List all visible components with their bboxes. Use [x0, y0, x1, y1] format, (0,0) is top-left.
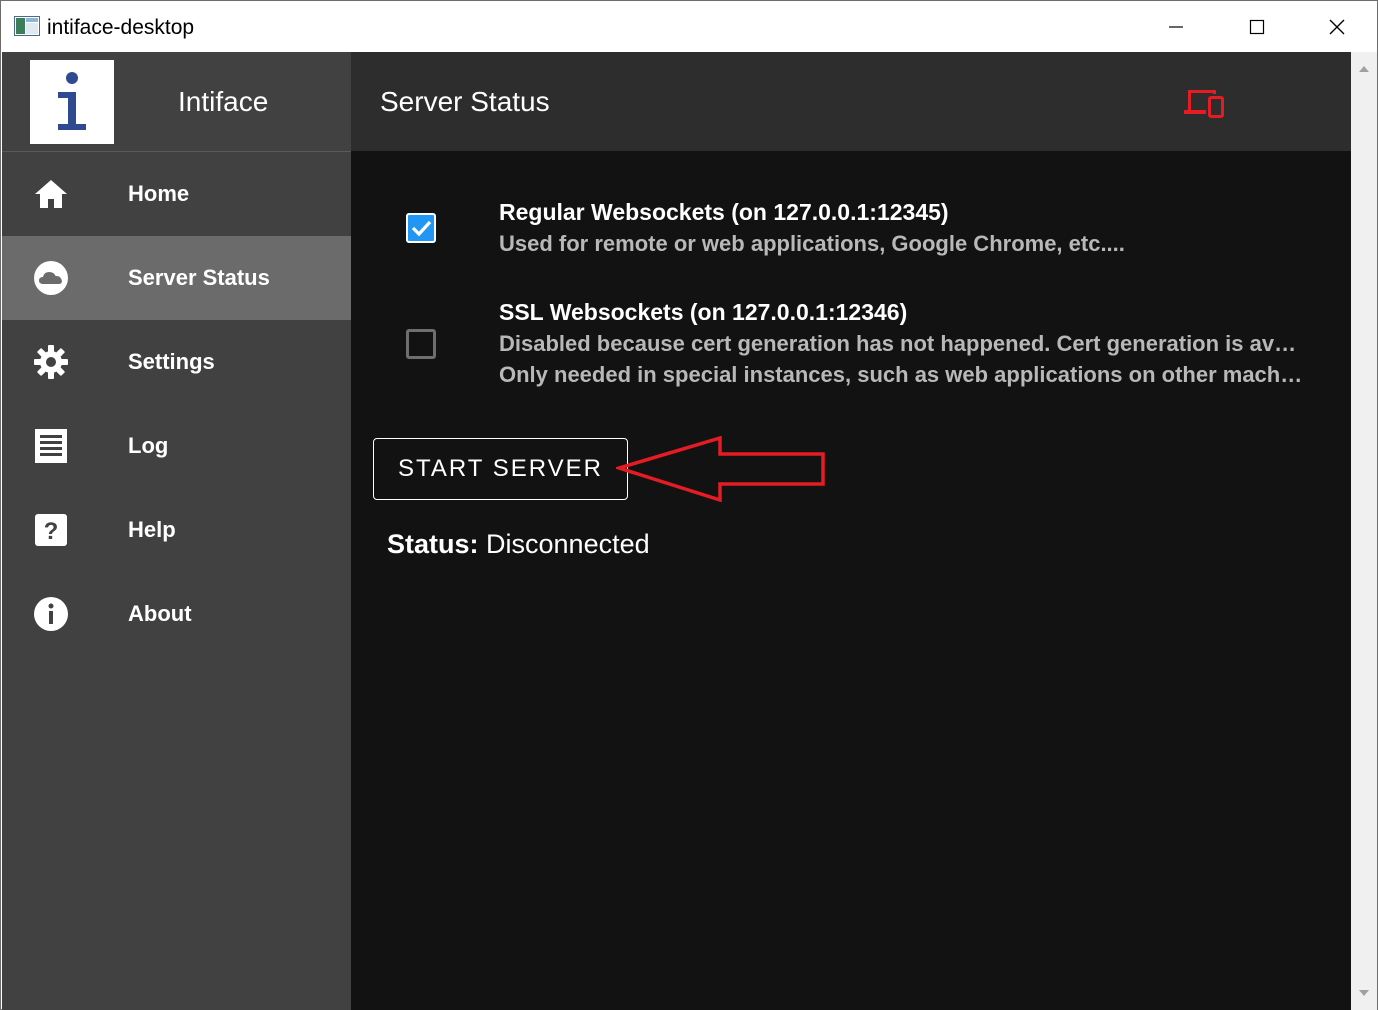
main-content: Regular Websockets (on 127.0.0.1:12345) …: [351, 151, 1351, 1010]
sidebar-item-log[interactable]: Log: [2, 404, 351, 488]
window-title: intiface-desktop: [47, 16, 195, 39]
annotation-arrow-icon: [616, 436, 825, 502]
close-button[interactable]: [1297, 1, 1377, 52]
maximize-button[interactable]: [1217, 1, 1297, 52]
close-icon: [1329, 19, 1345, 34]
vertical-scrollbar[interactable]: [1351, 52, 1377, 1010]
log-icon: [32, 428, 70, 464]
sidebar-item-home[interactable]: Home: [2, 152, 351, 236]
sidebar-item-label: About: [128, 601, 192, 626]
scroll-down-button[interactable]: [1351, 976, 1377, 1010]
minimize-icon: [1169, 25, 1183, 28]
home-icon: [32, 176, 70, 212]
gear-icon: [32, 344, 70, 380]
cloud-icon: [32, 260, 70, 296]
svg-text:?: ?: [44, 518, 59, 545]
status-value: Disconnected: [486, 529, 650, 559]
sidebar-item-label: Home: [128, 181, 190, 206]
sidebar-item-about[interactable]: About: [2, 572, 351, 656]
checkmark-icon: [411, 220, 432, 237]
page-title: Server Status: [380, 86, 550, 117]
sidebar-item-help[interactable]: ? Help: [2, 488, 351, 572]
regular-websockets-description: Used for remote or web applications, Goo…: [499, 231, 1125, 256]
ssl-websockets-title: SSL Websockets (on 127.0.0.1:12346): [499, 299, 908, 325]
brand-name: Intiface: [178, 86, 269, 117]
ssl-websockets-description-line-2: Only needed in special instances, such a…: [499, 362, 1304, 387]
sidebar-item-label: Log: [128, 433, 169, 458]
sidebar: Intiface Home Server Status Settings Log…: [2, 52, 351, 1010]
sidebar-item-settings[interactable]: Settings: [2, 320, 351, 404]
title-bar[interactable]: intiface-desktop: [1, 1, 1377, 52]
sidebar-header: Intiface: [2, 52, 351, 152]
minimize-button[interactable]: [1136, 1, 1216, 52]
ssl-websockets-checkbox[interactable]: [406, 329, 436, 359]
intiface-logo: [30, 60, 114, 144]
devices-icon[interactable]: [1182, 88, 1226, 118]
chevron-up-icon: [1359, 66, 1369, 72]
sidebar-item-label: Settings: [128, 349, 215, 374]
help-icon: ?: [32, 512, 70, 548]
intiface-logo-icon: [58, 72, 86, 130]
regular-websockets-checkbox[interactable]: [406, 213, 436, 243]
regular-websockets-title: Regular Websockets (on 127.0.0.1:12345): [499, 199, 949, 225]
ssl-websockets-description-line-1: Disabled because cert generation has not…: [499, 331, 1304, 356]
start-server-button[interactable]: START SERVER: [373, 438, 628, 500]
sidebar-item-server-status[interactable]: Server Status: [2, 236, 351, 320]
status-label: Status:: [387, 529, 479, 559]
maximize-icon: [1249, 19, 1265, 34]
info-icon: [32, 596, 70, 632]
app-window: intiface-desktop Intiface Home Server St…: [0, 0, 1378, 1010]
app-bar: Server Status: [351, 52, 1351, 151]
sidebar-item-label: Help: [128, 517, 176, 542]
chevron-down-icon: [1359, 990, 1369, 996]
sidebar-item-label: Server Status: [128, 265, 270, 290]
app-window-icon: [14, 16, 40, 36]
server-status-line: Status: Disconnected: [387, 528, 650, 560]
scroll-up-button[interactable]: [1351, 52, 1377, 86]
